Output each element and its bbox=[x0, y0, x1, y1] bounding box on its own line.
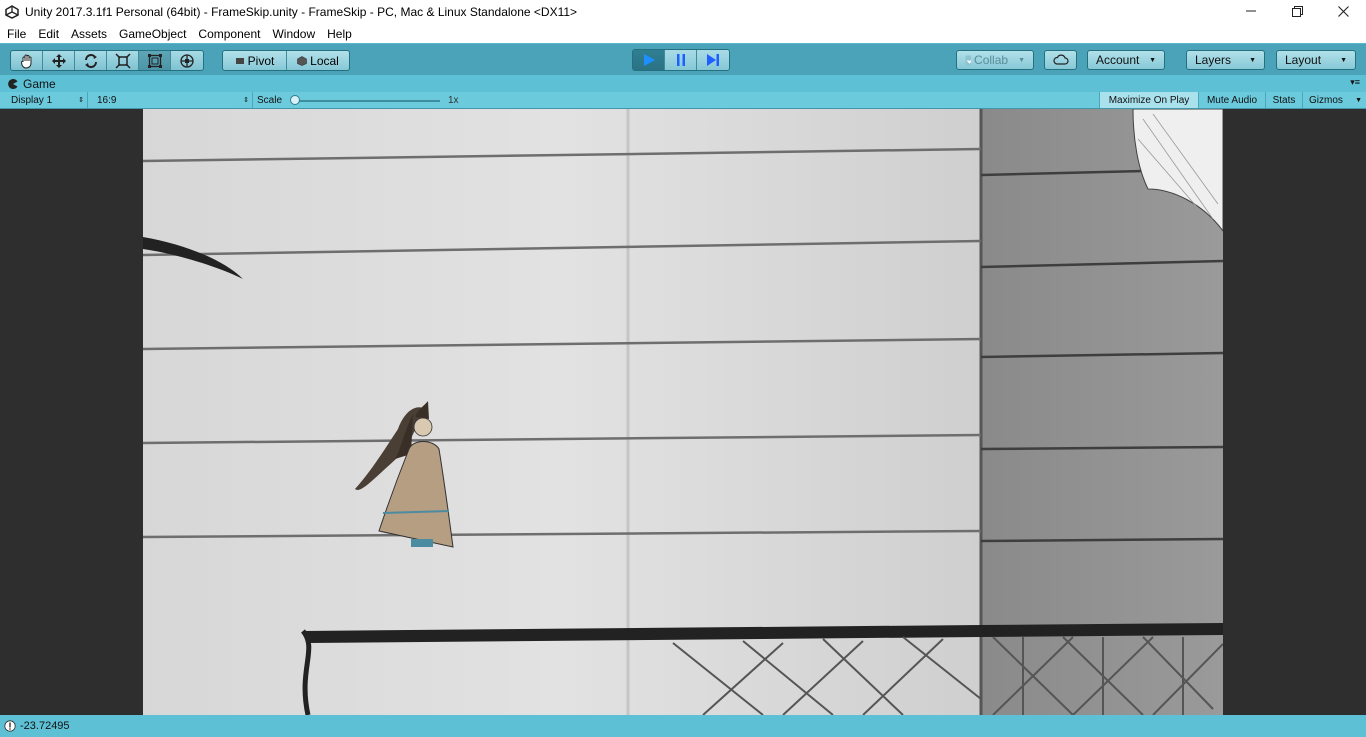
play-icon bbox=[643, 54, 655, 66]
gizmos-label: Gizmos bbox=[1309, 94, 1343, 106]
local-label: Local bbox=[310, 53, 339, 68]
scale-value: 1x bbox=[448, 94, 459, 106]
info-icon bbox=[4, 720, 16, 732]
aspect-label: 16:9 bbox=[97, 94, 117, 106]
game-view-toolbar: Display 1 ⇕ 16:9 ⇕ Scale 1x Maximize On … bbox=[0, 92, 1366, 109]
cloud-button[interactable] bbox=[1044, 50, 1077, 70]
chevron-down-icon: ▼ bbox=[1355, 96, 1362, 104]
menu-edit[interactable]: Edit bbox=[32, 25, 65, 43]
local-toggle[interactable]: Local bbox=[287, 51, 349, 70]
scale-slider-handle[interactable] bbox=[290, 95, 300, 105]
dropdown-arrows-icon: ⇕ bbox=[243, 97, 249, 104]
play-button[interactable] bbox=[633, 50, 665, 70]
maximize-on-play-toggle[interactable]: Maximize On Play bbox=[1099, 92, 1198, 108]
step-button[interactable] bbox=[697, 50, 729, 70]
menu-window[interactable]: Window bbox=[266, 25, 321, 43]
scale-label: Scale bbox=[257, 94, 283, 106]
game-view[interactable] bbox=[0, 109, 1366, 715]
game-tab-bar: Game ▾≡ bbox=[0, 75, 1366, 92]
transform-tools bbox=[10, 50, 204, 71]
minimize-icon bbox=[1246, 10, 1256, 12]
layers-label: Layers bbox=[1195, 53, 1232, 67]
layout-label: Layout bbox=[1285, 53, 1322, 67]
collab-dropdown[interactable]: Collab ▼ bbox=[956, 50, 1034, 70]
console-message: -23.72495 bbox=[20, 720, 70, 732]
close-icon bbox=[1337, 5, 1349, 17]
chevron-down-icon: ▼ bbox=[1249, 56, 1256, 64]
mute-audio-toggle[interactable]: Mute Audio bbox=[1198, 92, 1265, 108]
stats-toggle[interactable]: Stats bbox=[1265, 92, 1302, 108]
scale-slider-track[interactable] bbox=[295, 100, 440, 102]
transform-tool-button[interactable] bbox=[171, 51, 203, 70]
scale-icon bbox=[114, 52, 131, 69]
collab-label: Collab bbox=[974, 53, 1009, 67]
chevron-down-icon: ▼ bbox=[1340, 56, 1347, 64]
transform-tool-icon bbox=[180, 53, 194, 68]
title-bar: Unity 2017.3.1f1 Personal (64bit) - Fram… bbox=[0, 0, 1366, 24]
restore-button[interactable] bbox=[1274, 0, 1320, 22]
status-bar[interactable]: -23.72495 bbox=[0, 715, 1366, 737]
restore-icon bbox=[1291, 5, 1303, 17]
move-icon bbox=[51, 53, 66, 68]
playback-controls bbox=[632, 49, 730, 71]
menu-file[interactable]: File bbox=[1, 25, 32, 43]
pause-icon bbox=[676, 54, 685, 66]
hand-tool-button[interactable] bbox=[11, 51, 43, 70]
checkmark-icon bbox=[965, 55, 972, 65]
account-label: Account bbox=[1096, 53, 1140, 67]
rect-tool-icon bbox=[147, 53, 162, 68]
close-button[interactable] bbox=[1320, 0, 1366, 22]
tab-game-label: Game bbox=[23, 76, 56, 91]
aspect-dropdown[interactable]: 16:9 ⇕ bbox=[89, 92, 253, 108]
display-dropdown[interactable]: Display 1 ⇕ bbox=[0, 92, 88, 108]
dropdown-arrows-icon: ⇕ bbox=[78, 97, 84, 104]
game-scene-image bbox=[143, 109, 1223, 715]
pause-button[interactable] bbox=[665, 50, 697, 70]
scale-tool-button[interactable] bbox=[107, 51, 139, 70]
cloud-icon bbox=[1052, 54, 1069, 65]
gizmos-dropdown[interactable]: Gizmos ▼ bbox=[1302, 92, 1366, 108]
layout-dropdown[interactable]: Layout ▼ bbox=[1276, 50, 1356, 70]
menu-bar: File Edit Assets GameObject Component Wi… bbox=[0, 24, 1366, 43]
account-dropdown[interactable]: Account ▼ bbox=[1087, 50, 1165, 70]
window-title: Unity 2017.3.1f1 Personal (64bit) - Fram… bbox=[25, 5, 578, 19]
display-label: Display 1 bbox=[11, 94, 53, 106]
minimize-button[interactable] bbox=[1228, 0, 1274, 22]
menu-component[interactable]: Component bbox=[192, 25, 266, 43]
chevron-down-icon: ▼ bbox=[1018, 56, 1025, 64]
chevron-down-icon: ▼ bbox=[1149, 56, 1156, 64]
panel-menu-icon[interactable]: ▾≡ bbox=[1350, 77, 1360, 88]
pivot-icon bbox=[235, 57, 244, 64]
main-toolbar: Pivot Local Collab ▼ Account ▼ Layers ▼ … bbox=[0, 43, 1366, 75]
step-icon bbox=[707, 54, 719, 66]
pivot-label: Pivot bbox=[247, 53, 275, 68]
rotate-icon bbox=[84, 53, 97, 68]
pivot-local-group: Pivot Local bbox=[222, 50, 350, 71]
pivot-toggle[interactable]: Pivot bbox=[223, 51, 287, 70]
menu-help[interactable]: Help bbox=[321, 25, 358, 43]
rotate-tool-button[interactable] bbox=[75, 51, 107, 70]
game-render-output[interactable] bbox=[143, 109, 1223, 715]
tab-game[interactable]: Game bbox=[0, 77, 56, 91]
move-tool-button[interactable] bbox=[43, 51, 75, 70]
pacman-icon bbox=[8, 78, 18, 89]
unity-logo-icon bbox=[4, 4, 20, 20]
menu-gameobject[interactable]: GameObject bbox=[113, 25, 192, 43]
menu-assets[interactable]: Assets bbox=[65, 25, 113, 43]
hand-icon bbox=[20, 54, 31, 69]
rect-tool-button[interactable] bbox=[139, 51, 171, 70]
layers-dropdown[interactable]: Layers ▼ bbox=[1186, 50, 1265, 70]
local-cube-icon bbox=[297, 55, 307, 66]
